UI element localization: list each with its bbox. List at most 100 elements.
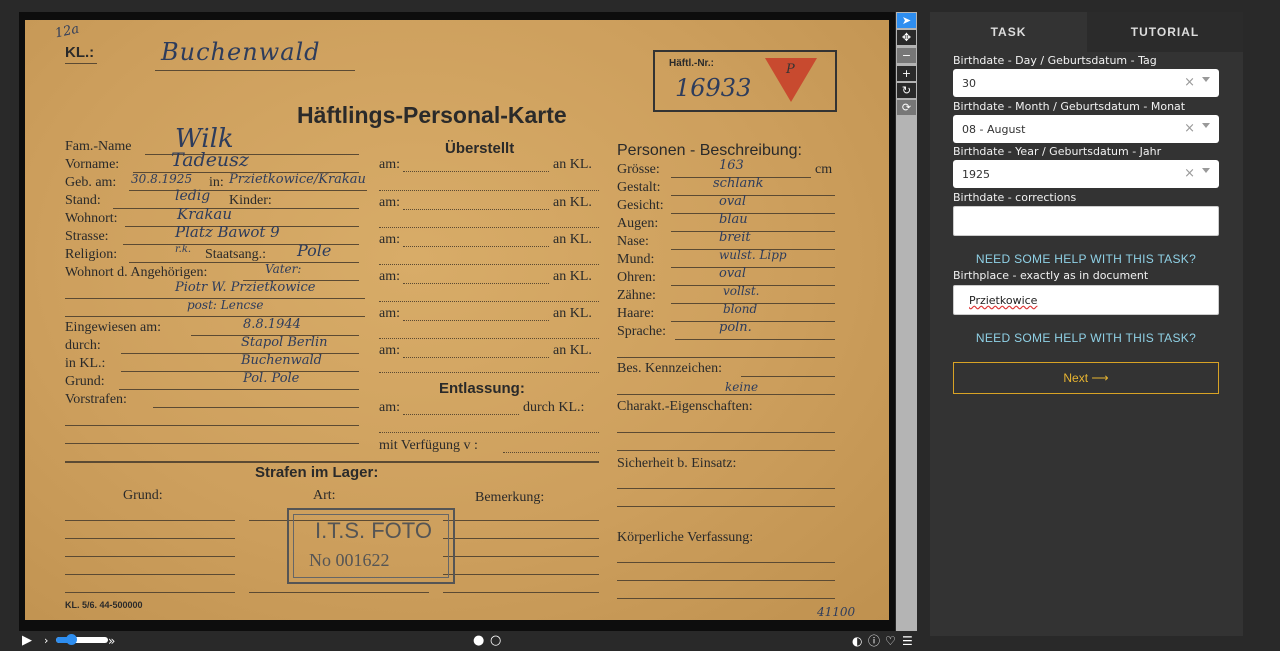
its-foto-stamp: I.T.S. FOTO No 001622	[287, 508, 455, 584]
birthdate-year-select[interactable]: 1925 ×	[953, 160, 1219, 188]
label-an-kl-1: an KL.	[553, 157, 592, 172]
label-am-3: am:	[379, 232, 400, 247]
label-an-kl-2: an KL.	[553, 195, 592, 210]
label-entlassung: Entlassung:	[439, 380, 525, 397]
haeftl-number: 16933	[675, 74, 752, 102]
value-gestalt: schlank	[713, 176, 764, 191]
tab-task[interactable]: TASK	[930, 12, 1087, 52]
chevron-down-icon[interactable]	[1202, 168, 1210, 173]
label-sicherheit: Sicherheit b. Einsatz:	[617, 456, 737, 471]
chevron-down-icon[interactable]	[1202, 123, 1210, 128]
label-haare: Haare:	[617, 306, 655, 321]
label-an-kl-5: an KL.	[553, 306, 592, 321]
value-durch: Stapol Berlin	[241, 335, 328, 350]
value-staatsang: Pole	[297, 241, 332, 260]
label-koerperliche-verfassung: Körperliche Verfassung:	[617, 530, 754, 545]
value-groesse: 163	[719, 158, 744, 173]
birthplace-field[interactable]: Przietkowice	[953, 285, 1219, 315]
label-an-kl-4: an KL.	[553, 269, 592, 284]
label-geb-in: in:	[209, 175, 224, 190]
info-icon[interactable]: ⓘ	[868, 632, 880, 650]
label-am-4: am:	[379, 269, 400, 284]
pointer-icon[interactable]: ➤	[897, 13, 916, 28]
tab-tutorial[interactable]: TUTORIAL	[1087, 12, 1243, 52]
label-kinder: Kinder:	[229, 193, 272, 208]
label-groesse: Grösse:	[617, 162, 660, 177]
contrast-icon[interactable]: ◐	[852, 632, 862, 650]
speed-slider[interactable]	[56, 634, 108, 645]
clear-icon[interactable]: ×	[1184, 121, 1195, 136]
label-durch-kl: durch KL.:	[523, 400, 585, 415]
label-entlassung-am: am:	[379, 400, 400, 415]
birthdate-month-select[interactable]: 08 - August ×	[953, 115, 1219, 143]
label-vorname: Vorname:	[65, 157, 120, 172]
fast-forward-icon[interactable]: »	[108, 632, 115, 650]
birthdate-day-label: Birthdate - Day / Geburtsdatum - Tag	[953, 54, 1157, 67]
zoom-out-icon[interactable]: −	[897, 48, 916, 63]
value-zaehne: vollst.	[723, 284, 760, 298]
value-sprache: poln.	[719, 320, 752, 335]
label-personen-beschreibung: Personen - Beschreibung:	[617, 142, 802, 159]
label-staatsang: Staatsang.:	[205, 247, 267, 262]
list-icon[interactable]: ☰	[902, 632, 913, 650]
value-stand: ledig	[175, 188, 211, 204]
page-dot-2[interactable]: ○	[490, 632, 501, 650]
birthdate-corrections-label: Birthdate - corrections	[953, 191, 1077, 204]
stamp-line-1: I.T.S. FOTO	[315, 518, 432, 543]
value-mund: wulst. Lipp	[719, 248, 787, 262]
label-cm: cm	[815, 162, 833, 177]
rotate-icon[interactable]: ↻	[897, 83, 916, 98]
label-vorstrafen: Vorstrafen:	[65, 392, 127, 407]
label-strafen-art: Art:	[313, 488, 336, 503]
label-am-6: am:	[379, 343, 400, 358]
value-wohnort: Krakau	[177, 205, 233, 223]
value-nase: breit	[719, 230, 751, 245]
next-button[interactable]: Next ⟶	[953, 362, 1219, 394]
clear-icon[interactable]: ×	[1184, 166, 1195, 181]
label-geb-am: Geb. am:	[65, 175, 117, 190]
value-ohren: oval	[719, 266, 747, 281]
corner-note: 12a	[53, 21, 81, 42]
reset-icon[interactable]: ⟳	[897, 100, 916, 115]
label-charakt: Charakt.-Eigenschaften:	[617, 399, 753, 414]
play-icon[interactable]: ▶	[22, 632, 32, 650]
viewer-bottom-bar	[0, 631, 920, 651]
label-ueberstellt: Überstellt	[445, 140, 515, 157]
birthdate-day-select[interactable]: 30 ×	[953, 69, 1219, 97]
label-strafen-im-lager: Strafen im Lager:	[255, 464, 379, 481]
label-in-kl: in KL.:	[65, 356, 106, 371]
label-durch: durch:	[65, 338, 101, 353]
value-geb-in: Przietkowice/Krakau	[229, 172, 366, 187]
heart-icon[interactable]: ♡	[885, 632, 896, 650]
value-bottom-right: 41100	[817, 605, 856, 619]
value-augen: blau	[719, 212, 748, 227]
label-fam-name: Fam.-Name	[65, 139, 132, 154]
label-eingewiesen: Eingewiesen am:	[65, 320, 162, 335]
help-link-2[interactable]: NEED SOME HELP WITH THIS TASK?	[953, 331, 1219, 345]
value-haare: blond	[723, 302, 758, 316]
chevron-down-icon[interactable]	[1202, 77, 1210, 82]
page-dot-1[interactable]: ●	[473, 632, 484, 650]
label-augen: Augen:	[617, 216, 659, 231]
kl-value: Buchenwald	[161, 38, 321, 66]
help-link-1[interactable]: NEED SOME HELP WITH THIS TASK?	[953, 252, 1219, 266]
value-religion: r.k.	[175, 244, 192, 255]
label-an-kl-6: an KL.	[553, 343, 592, 358]
clear-icon[interactable]: ×	[1184, 75, 1195, 90]
label-wohnort-angehoerigen: Wohnort d. Angehörigen:	[65, 265, 208, 280]
value-geb-am: 30.8.1925	[131, 172, 193, 186]
zoom-in-icon[interactable]: +	[897, 66, 916, 81]
label-am-2: am:	[379, 195, 400, 210]
chevron-right-icon[interactable]: ›	[44, 632, 48, 650]
move-icon[interactable]: ✥	[897, 30, 916, 45]
birthdate-corrections-field[interactable]	[953, 206, 1219, 236]
slider-knob[interactable]	[66, 634, 77, 645]
label-mund: Mund:	[617, 252, 655, 267]
value-bes-kennzeichen: keine	[725, 380, 759, 394]
value-grund: Pol. Pole	[243, 371, 300, 386]
label-ohren: Ohren:	[617, 270, 656, 285]
haeftl-label: Häftl.-Nr.:	[669, 58, 714, 69]
label-sprache: Sprache:	[617, 324, 666, 339]
value-eingewiesen: 8.8.1944	[243, 317, 301, 332]
image-viewer[interactable]: 12a KL.: Buchenwald Häftl.-Nr.: 16933 P …	[19, 12, 895, 631]
